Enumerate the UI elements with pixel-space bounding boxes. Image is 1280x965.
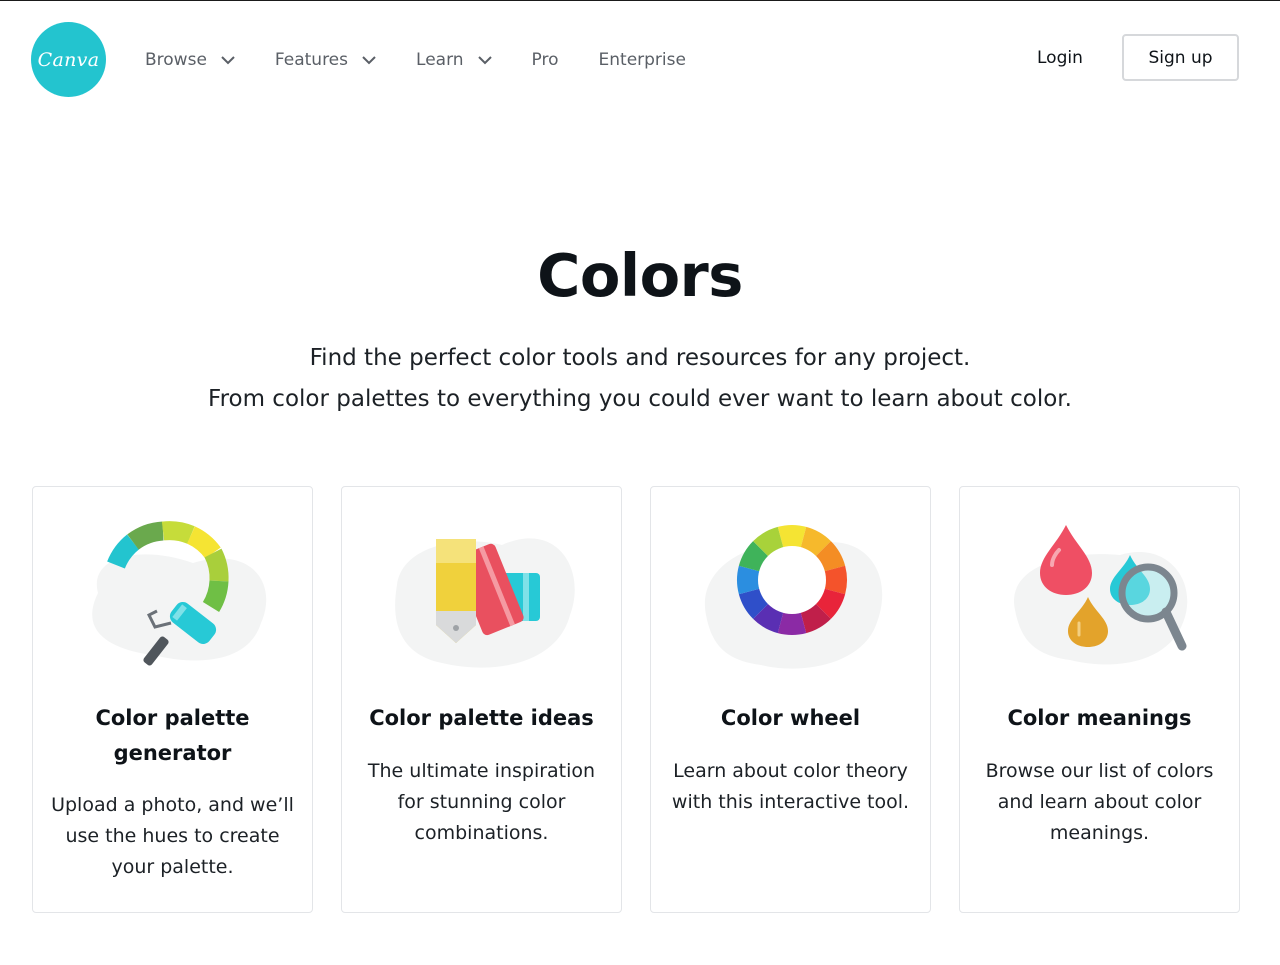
page-subtitle-line-2: From color palettes to everything you co… (208, 386, 1072, 412)
color-swatches-icon (342, 515, 623, 685)
nav-learn-label: Learn (416, 50, 464, 70)
page-title: Colors (537, 241, 743, 310)
card-color-palette-generator[interactable]: Color palette generator Upload a photo, … (32, 486, 313, 913)
color-drops-magnifier-icon (960, 515, 1241, 685)
nav-enterprise[interactable]: Enterprise (599, 45, 686, 75)
chevron-down-icon (477, 55, 492, 65)
chevron-down-icon (362, 55, 376, 65)
card-title: Color meanings (1007, 706, 1192, 730)
paint-roller-icon (33, 515, 314, 685)
card-title: Color palette ideas (369, 706, 594, 730)
nav-pro-label: Pro (531, 50, 559, 70)
card-color-palette-ideas[interactable]: Color palette ideas The ultimate inspira… (341, 486, 622, 913)
nav-browse-label: Browse (145, 50, 207, 70)
main-nav: Browse Features Learn Pro Enterprise (145, 45, 726, 75)
nav-browse[interactable]: Browse (145, 45, 235, 75)
nav-learn[interactable]: Learn (416, 45, 492, 75)
page-subtitle-line-1: Find the perfect color tools and resourc… (309, 345, 971, 371)
card-color-meanings[interactable]: Color meanings Browse our list of colors… (959, 486, 1240, 913)
nav-features[interactable]: Features (275, 45, 376, 75)
chevron-down-icon (221, 55, 235, 65)
site-header: Canva Browse Features Learn Pro Enterpri… (0, 1, 1280, 119)
nav-pro[interactable]: Pro (532, 45, 559, 75)
color-wheel-icon (651, 515, 932, 685)
login-link[interactable]: Login (1037, 48, 1083, 68)
signup-button[interactable]: Sign up (1122, 34, 1239, 81)
card-description: Learn about color theory with this inter… (671, 760, 910, 813)
card-description: Upload a photo, and we’ll use the hues t… (51, 794, 294, 878)
page-subtitle: Find the perfect color tools and resourc… (0, 338, 1280, 420)
nav-enterprise-label: Enterprise (598, 50, 686, 70)
card-title: Color palette generator (95, 706, 250, 765)
card-description: Browse our list of colors and learn abou… (985, 760, 1214, 844)
card-description: The ultimate inspiration for stunning co… (367, 760, 596, 844)
card-color-wheel[interactable]: Color wheel Learn about color theory wit… (650, 486, 931, 913)
nav-features-label: Features (274, 50, 349, 70)
card-title: Color wheel (720, 706, 861, 730)
canva-logo[interactable]: Canva (31, 22, 106, 97)
